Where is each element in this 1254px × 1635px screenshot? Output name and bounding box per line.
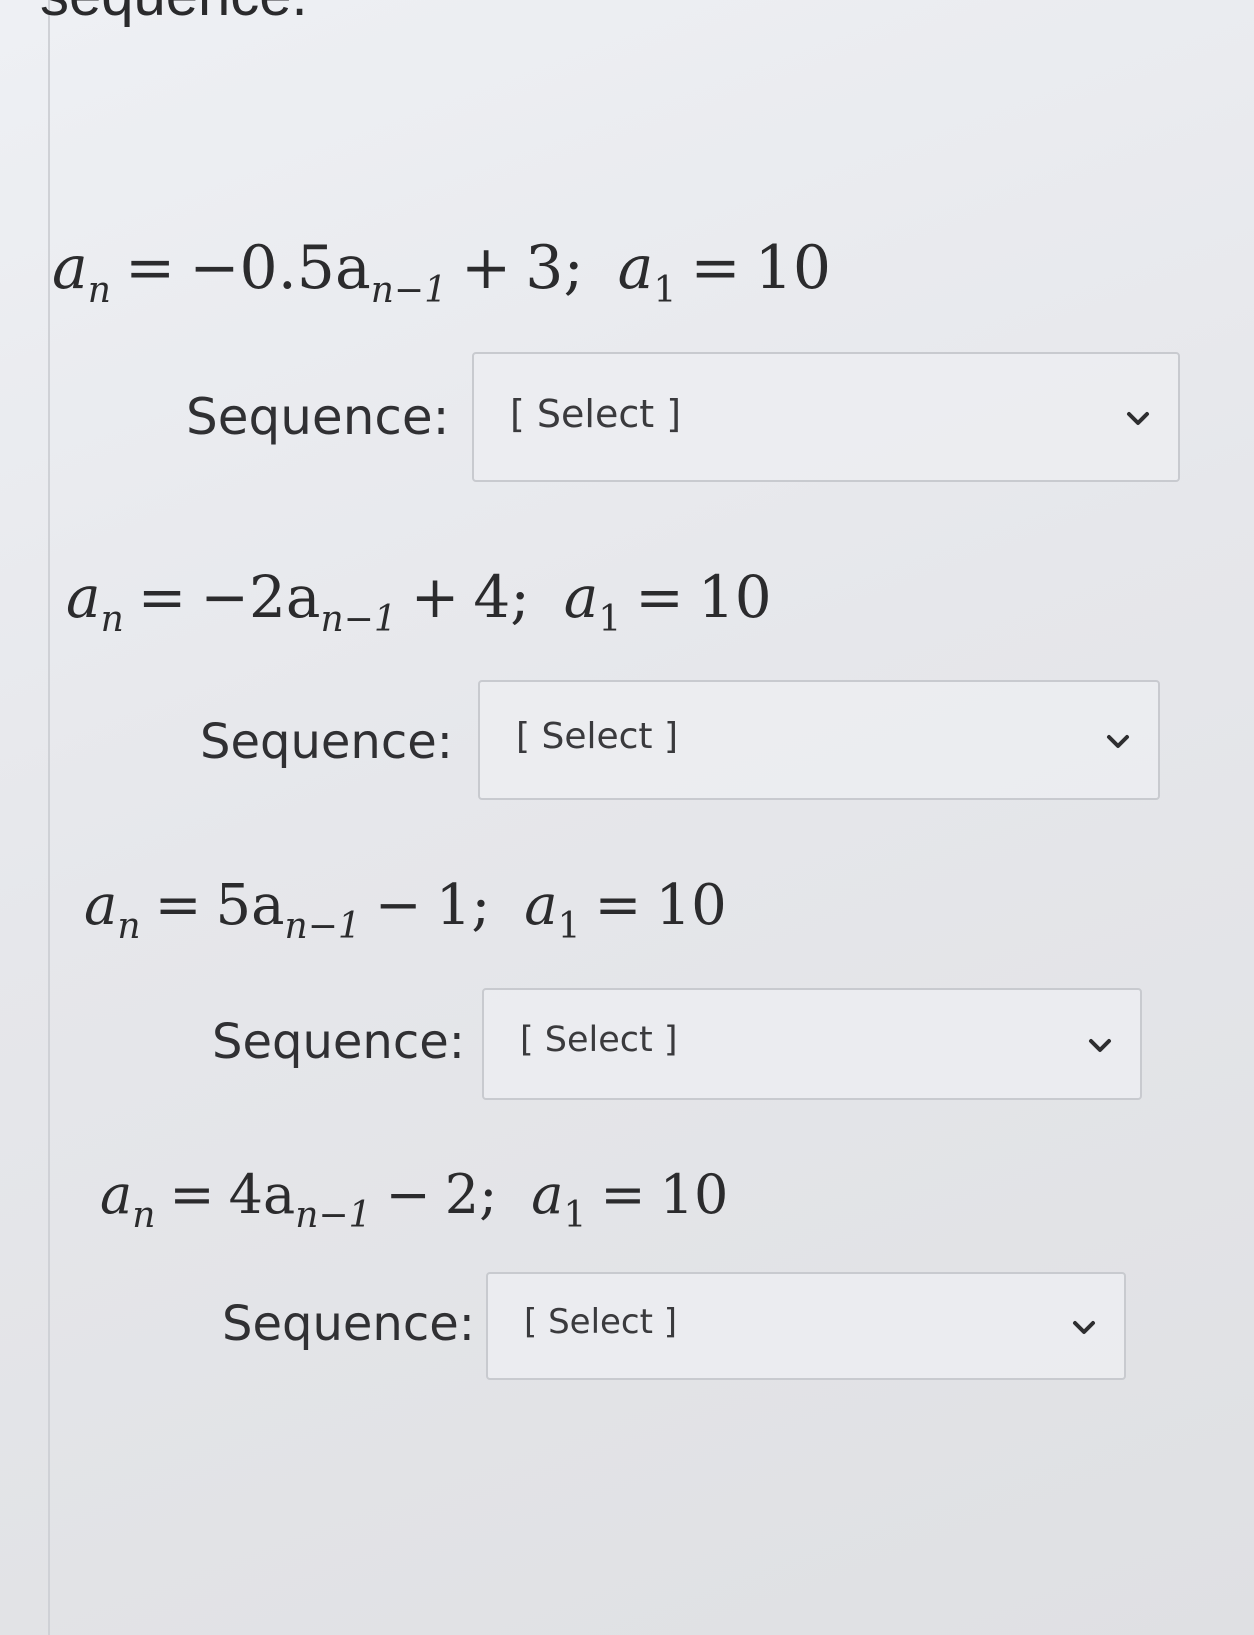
- eq-lhs-variable: a: [52, 233, 88, 303]
- recurrence-equation: an = −2an−1 +4; a1 = 10: [66, 563, 772, 640]
- recurrence-equation: an = 5an−1−1; a1 = 10: [84, 873, 727, 947]
- sequence-label: Sequence:: [222, 1296, 475, 1352]
- sequence-select-4[interactable]: [ Select ]: [486, 1272, 1126, 1380]
- eq-coefficient: 5a: [215, 873, 285, 938]
- eq-lhs-variable: a: [66, 563, 101, 631]
- sequence-label: Sequence:: [212, 1014, 465, 1070]
- eq-subscript: n−1: [284, 906, 361, 947]
- init-subscript: 1: [563, 1195, 587, 1236]
- chevron-down-icon: [1070, 1314, 1098, 1342]
- select-value: [ Select ]: [510, 392, 682, 436]
- select-value: [ Select ]: [516, 716, 679, 757]
- eq-subscript: n−1: [370, 270, 447, 311]
- eq-operator: +: [460, 233, 512, 303]
- init-value: 10: [754, 233, 831, 303]
- select-value: [ Select ]: [524, 1302, 678, 1342]
- recurrence-equation: an = −0.5an−1 +3; a1 = 10: [52, 233, 831, 311]
- init-value: 10: [655, 873, 727, 938]
- eq-operator: +: [410, 563, 460, 631]
- sequence-label: Sequence:: [200, 714, 453, 770]
- eq-subscript: n−1: [320, 599, 397, 640]
- sequence-label: Sequence:: [186, 388, 450, 446]
- init-value: 10: [659, 1163, 729, 1226]
- content-border: [48, 0, 50, 1635]
- init-subscript: 1: [598, 599, 622, 640]
- init-variable: a: [563, 563, 599, 631]
- eq-coefficient: −2a: [200, 563, 321, 631]
- init-subscript: 1: [653, 270, 677, 311]
- chevron-down-icon: [1104, 728, 1132, 756]
- eq-subscript: n−1: [295, 1195, 372, 1236]
- quiz-page: sequence. an=−0.5an−1+3;a1=10 Sequence: …: [0, 0, 1254, 1635]
- eq-constant: 2: [444, 1163, 480, 1226]
- eq-lhs-variable: a: [100, 1163, 133, 1226]
- eq-lhs-subscript: n: [87, 270, 111, 311]
- init-variable: a: [617, 233, 654, 303]
- eq-constant: 3: [525, 233, 564, 303]
- init-variable: a: [531, 1163, 564, 1226]
- eq-constant: 4: [473, 563, 511, 631]
- sequence-select-1[interactable]: [ Select ]: [472, 352, 1180, 482]
- eq-coefficient: −0.5a: [189, 233, 371, 303]
- eq-lhs-subscript: n: [117, 906, 141, 947]
- sequence-select-2[interactable]: [ Select ]: [478, 680, 1160, 800]
- init-subscript: 1: [557, 906, 581, 947]
- recurrence-equation: an = 4an−1−2; a1 = 10: [100, 1163, 729, 1236]
- eq-lhs-subscript: n: [132, 1195, 156, 1236]
- eq-operator: −: [374, 873, 422, 938]
- init-variable: a: [524, 873, 558, 938]
- eq-constant: 1: [435, 873, 472, 938]
- eq-lhs-subscript: n: [100, 599, 124, 640]
- eq-lhs-variable: a: [84, 873, 118, 938]
- sequence-select-3[interactable]: [ Select ]: [482, 988, 1142, 1100]
- select-value: [ Select ]: [520, 1020, 678, 1060]
- eq-operator: −: [385, 1163, 431, 1226]
- chevron-down-icon: [1124, 405, 1152, 433]
- init-value: 10: [697, 563, 772, 631]
- chevron-down-icon: [1086, 1032, 1114, 1060]
- eq-coefficient: 4a: [228, 1163, 296, 1226]
- instruction-text: sequence.: [40, 0, 308, 29]
